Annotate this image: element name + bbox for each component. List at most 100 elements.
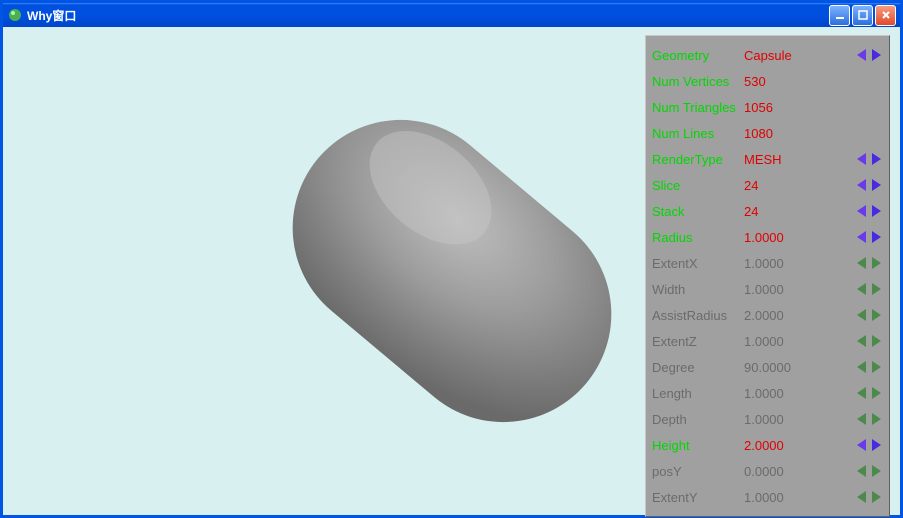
increment-arrow-icon[interactable] — [869, 282, 883, 296]
property-value: 1.0000 — [744, 230, 816, 245]
property-row: posY0.0000 — [652, 458, 883, 484]
arrow-pair — [855, 48, 883, 62]
property-value: 1.0000 — [744, 490, 816, 505]
property-value: 1080 — [744, 126, 816, 141]
client-area: GeometryCapsuleNum Vertices530Num Triang… — [3, 27, 900, 515]
titlebar: Why窗口 — [3, 3, 900, 27]
arrow-pair — [855, 204, 883, 218]
increment-arrow-icon[interactable] — [869, 256, 883, 270]
decrement-arrow-icon[interactable] — [855, 178, 869, 192]
property-label: Stack — [652, 204, 744, 219]
decrement-arrow-icon[interactable] — [855, 334, 869, 348]
decrement-arrow-icon[interactable] — [855, 256, 869, 270]
property-label: ExtentX — [652, 256, 744, 271]
arrow-pair — [855, 412, 883, 426]
property-label: Degree — [652, 360, 744, 375]
increment-arrow-icon[interactable] — [869, 334, 883, 348]
property-label: AssistRadius — [652, 308, 744, 323]
decrement-arrow-icon[interactable] — [855, 464, 869, 478]
property-row: Num Triangles1056 — [652, 94, 883, 120]
window-title: Why窗口 — [27, 7, 829, 24]
arrow-pair — [855, 178, 883, 192]
property-value: 1.0000 — [744, 412, 816, 427]
decrement-arrow-icon[interactable] — [855, 386, 869, 400]
maximize-button[interactable] — [852, 5, 873, 26]
close-button[interactable] — [875, 5, 896, 26]
property-row: ExtentZ1.0000 — [652, 328, 883, 354]
increment-arrow-icon[interactable] — [869, 490, 883, 504]
property-value: 1.0000 — [744, 282, 816, 297]
decrement-arrow-icon[interactable] — [855, 282, 869, 296]
increment-arrow-icon[interactable] — [869, 178, 883, 192]
increment-arrow-icon[interactable] — [869, 360, 883, 374]
increment-arrow-icon[interactable] — [869, 204, 883, 218]
property-label: Num Triangles — [652, 100, 744, 115]
increment-arrow-icon[interactable] — [869, 464, 883, 478]
decrement-arrow-icon[interactable] — [855, 412, 869, 426]
property-label: Width — [652, 282, 744, 297]
property-label: Num Vertices — [652, 74, 744, 89]
property-row: Stack24 — [652, 198, 883, 224]
property-label: ExtentZ — [652, 334, 744, 349]
increment-arrow-icon[interactable] — [869, 386, 883, 400]
property-label: Height — [652, 438, 744, 453]
arrow-pair — [855, 282, 883, 296]
increment-arrow-icon[interactable] — [869, 308, 883, 322]
property-row: Degree90.0000 — [652, 354, 883, 380]
arrow-pair — [855, 464, 883, 478]
property-row: Slice24 — [652, 172, 883, 198]
decrement-arrow-icon[interactable] — [855, 48, 869, 62]
property-value: 530 — [744, 74, 816, 89]
property-value: 1.0000 — [744, 334, 816, 349]
property-label: Radius — [652, 230, 744, 245]
property-value: 1.0000 — [744, 386, 816, 401]
property-value: 24 — [744, 204, 816, 219]
property-row: Num Vertices530 — [652, 68, 883, 94]
increment-arrow-icon[interactable] — [869, 152, 883, 166]
property-label: Slice — [652, 178, 744, 193]
property-row: RenderTypeMESH — [652, 146, 883, 172]
decrement-arrow-icon[interactable] — [855, 308, 869, 322]
property-label: Num Lines — [652, 126, 744, 141]
decrement-arrow-icon[interactable] — [855, 230, 869, 244]
properties-panel: GeometryCapsuleNum Vertices530Num Triang… — [645, 35, 890, 517]
decrement-arrow-icon[interactable] — [855, 152, 869, 166]
increment-arrow-icon[interactable] — [869, 438, 883, 452]
minimize-button[interactable] — [829, 5, 850, 26]
decrement-arrow-icon[interactable] — [855, 490, 869, 504]
property-value: 90.0000 — [744, 360, 816, 375]
property-row: Height2.0000 — [652, 432, 883, 458]
property-label: posY — [652, 464, 744, 479]
capsule-render — [192, 41, 712, 501]
decrement-arrow-icon[interactable] — [855, 438, 869, 452]
property-value: 2.0000 — [744, 438, 816, 453]
arrow-pair — [855, 386, 883, 400]
increment-arrow-icon[interactable] — [869, 412, 883, 426]
property-row: Num Lines1080 — [652, 120, 883, 146]
window-controls — [829, 5, 896, 26]
property-label: ExtentY — [652, 490, 744, 505]
arrow-pair — [855, 490, 883, 504]
arrow-pair — [855, 334, 883, 348]
property-label: Geometry — [652, 48, 744, 63]
property-value: 1.0000 — [744, 256, 816, 271]
property-row: Width1.0000 — [652, 276, 883, 302]
app-icon — [7, 7, 23, 23]
arrow-pair — [855, 438, 883, 452]
increment-arrow-icon[interactable] — [869, 48, 883, 62]
arrow-pair — [855, 256, 883, 270]
property-row: AssistRadius2.0000 — [652, 302, 883, 328]
property-row: GeometryCapsule — [652, 42, 883, 68]
application-window: Why窗口 — [0, 0, 903, 518]
property-label: RenderType — [652, 152, 744, 167]
increment-arrow-icon[interactable] — [869, 230, 883, 244]
decrement-arrow-icon[interactable] — [855, 204, 869, 218]
property-value: Capsule — [744, 48, 816, 63]
property-row: Radius1.0000 — [652, 224, 883, 250]
arrow-pair — [855, 308, 883, 322]
property-label: Depth — [652, 412, 744, 427]
arrow-pair — [855, 152, 883, 166]
decrement-arrow-icon[interactable] — [855, 360, 869, 374]
property-value: 1056 — [744, 100, 816, 115]
property-value: MESH — [744, 152, 816, 167]
